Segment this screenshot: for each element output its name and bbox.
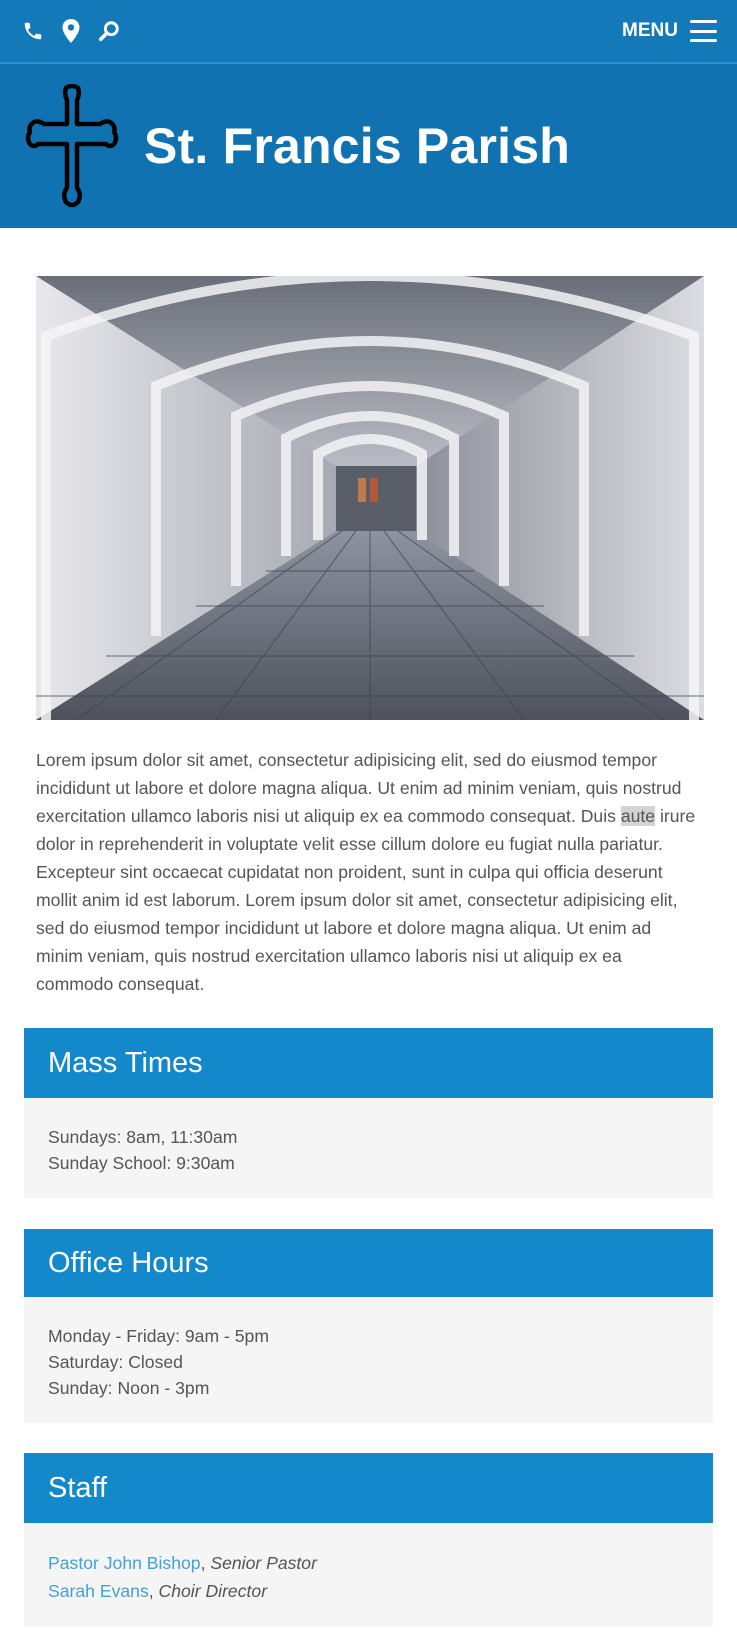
office-hours-panel: Office Hours Monday - Friday: 9am - 5pm …: [24, 1229, 713, 1423]
site-header: St. Francis Parish: [0, 64, 737, 228]
office-hours-line: Sunday: Noon - 3pm: [48, 1378, 210, 1398]
mass-times-panel: Mass Times Sundays: 8am, 11:30am Sunday …: [24, 1028, 713, 1198]
intro-text-before: Lorem ipsum dolor sit amet, consectetur …: [36, 750, 682, 826]
intro-text-after: irure dolor in reprehenderit in voluptat…: [36, 806, 696, 994]
staff-name-link[interactable]: Sarah Evans: [48, 1581, 149, 1601]
mass-times-header: Mass Times: [24, 1028, 713, 1098]
menu-button[interactable]: MENU: [622, 20, 717, 42]
mass-times-line: Sunday School: 9:30am: [48, 1153, 235, 1173]
menu-label: MENU: [622, 20, 678, 41]
office-hours-header: Office Hours: [24, 1229, 713, 1297]
site-title: St. Francis Parish: [144, 118, 570, 174]
staff-role: Senior Pastor: [210, 1553, 317, 1573]
staff-separator: ,: [148, 1581, 159, 1601]
staff-member: Pastor John Bishop, Senior Pastor: [48, 1549, 689, 1577]
highlighted-word: aute: [620, 806, 656, 826]
mass-times-body: Sundays: 8am, 11:30am Sunday School: 9:3…: [24, 1098, 713, 1198]
hero-image: [36, 276, 704, 720]
staff-member: Sarah Evans, Choir Director: [48, 1577, 689, 1605]
top-icons: [22, 18, 120, 44]
top-bar: MENU: [0, 0, 737, 64]
office-hours-line: Saturday: Closed: [48, 1352, 183, 1372]
staff-header: Staff: [24, 1453, 713, 1523]
office-hours-line: Monday - Friday: 9am - 5pm: [48, 1326, 269, 1346]
map-pin-icon[interactable]: [60, 18, 82, 44]
mass-times-line: Sundays: 8am, 11:30am: [48, 1127, 238, 1147]
staff-body: Pastor John Bishop, Senior Pastor Sarah …: [24, 1523, 713, 1627]
search-icon[interactable]: [98, 18, 120, 44]
staff-role: Choir Director: [158, 1581, 268, 1601]
staff-name-link[interactable]: Pastor John Bishop: [48, 1553, 201, 1573]
phone-icon[interactable]: [22, 18, 44, 44]
staff-panel: Staff Pastor John Bishop, Senior Pastor …: [24, 1453, 713, 1627]
intro-paragraph: Lorem ipsum dolor sit amet, consectetur …: [36, 746, 697, 998]
cross-icon: [25, 84, 119, 208]
office-hours-body: Monday - Friday: 9am - 5pm Saturday: Clo…: [24, 1297, 713, 1423]
staff-separator: ,: [200, 1553, 211, 1573]
hamburger-icon: [690, 20, 717, 42]
